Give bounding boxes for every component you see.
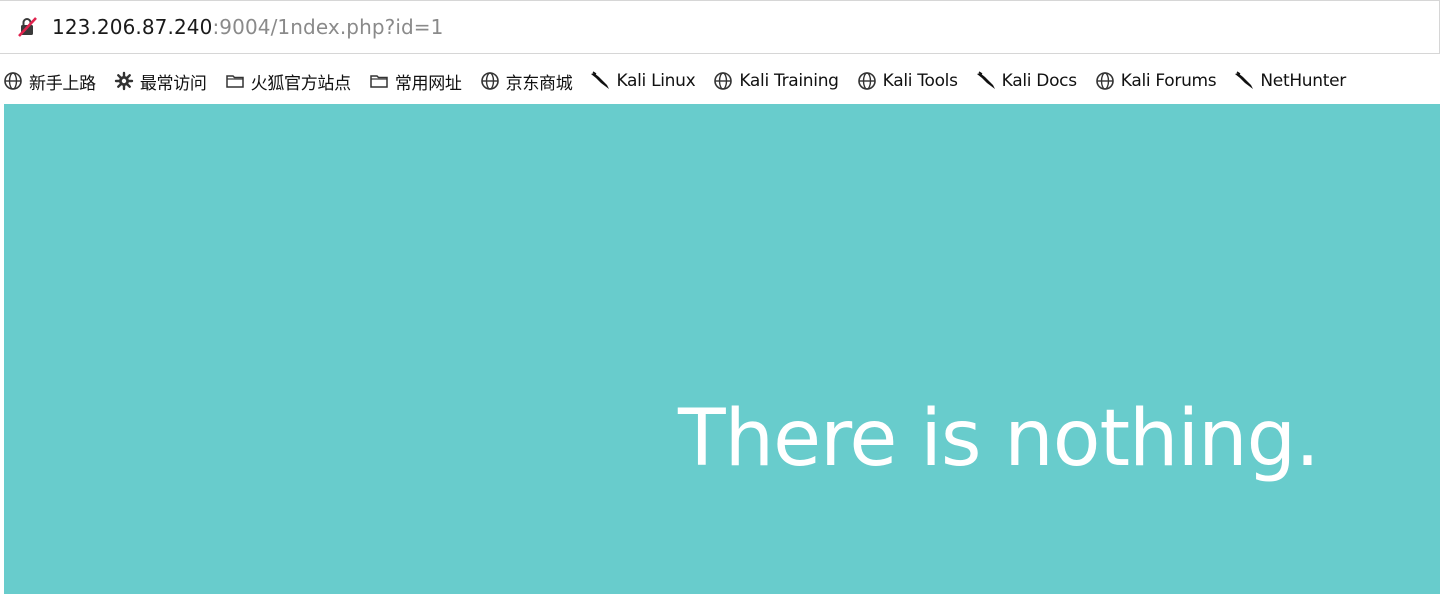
bookmark-label: Kali Docs bbox=[1001, 71, 1077, 91]
folder-icon bbox=[225, 71, 245, 91]
bookmark-label: Kali Training bbox=[739, 71, 839, 91]
kali-dragon-icon bbox=[590, 71, 610, 91]
globe-icon bbox=[713, 71, 733, 91]
bookmark-label: 新手上路 bbox=[29, 73, 96, 94]
bookmark-kali-docs[interactable]: Kali Docs bbox=[976, 71, 1077, 91]
page-message: There is nothing. bbox=[678, 394, 1320, 484]
bookmark-label: 最常访问 bbox=[139, 73, 207, 94]
bookmark-nethunter[interactable]: NetHunter bbox=[1234, 71, 1346, 91]
bookmark-kali-linux[interactable]: Kali Linux bbox=[590, 71, 696, 91]
kali-dragon-icon bbox=[976, 71, 996, 91]
browser-window: 123.206.87.240:9004/1ndex.php?id=1 新手上路 … bbox=[0, 0, 1456, 594]
bookmark-jd[interactable]: 京东商城 bbox=[480, 69, 573, 94]
globe-icon bbox=[3, 71, 23, 91]
folder-icon bbox=[369, 71, 389, 91]
bookmark-most-visited[interactable]: 最常访问 bbox=[114, 69, 207, 94]
insecure-lock-icon[interactable] bbox=[16, 15, 40, 39]
bookmark-firefox-official[interactable]: 火狐官方站点 bbox=[225, 69, 351, 94]
url-host: 123.206.87.240 bbox=[52, 15, 213, 39]
bookmarks-toolbar: 新手上路 最常访问 火狐官方站点 常用网址 京东商城 Kali Linux Ka… bbox=[0, 59, 1440, 103]
bookmark-kali-training[interactable]: Kali Training bbox=[713, 71, 839, 91]
globe-icon bbox=[1095, 71, 1115, 91]
address-bar[interactable]: 123.206.87.240:9004/1ndex.php?id=1 bbox=[0, 0, 1440, 54]
url-path: :9004/1ndex.php?id=1 bbox=[212, 15, 444, 39]
bookmark-label: NetHunter bbox=[1260, 71, 1346, 91]
bookmark-xinshoushanglu[interactable]: 新手上路 bbox=[3, 69, 96, 94]
globe-icon bbox=[857, 71, 877, 91]
page-content: There is nothing. bbox=[4, 104, 1440, 594]
bookmark-label: 京东商城 bbox=[505, 73, 573, 94]
bookmark-label: 常用网址 bbox=[394, 73, 462, 94]
bookmark-common-sites[interactable]: 常用网址 bbox=[369, 69, 462, 94]
kali-dragon-icon bbox=[1234, 71, 1254, 91]
gear-icon bbox=[114, 71, 134, 91]
bookmark-label: Kali Tools bbox=[882, 71, 958, 91]
bookmark-label: Kali Forums bbox=[1120, 71, 1217, 91]
url-text[interactable]: 123.206.87.240:9004/1ndex.php?id=1 bbox=[52, 15, 444, 39]
bookmark-label: Kali Linux bbox=[616, 71, 696, 91]
bookmark-kali-forums[interactable]: Kali Forums bbox=[1095, 71, 1217, 91]
bookmark-kali-tools[interactable]: Kali Tools bbox=[857, 71, 958, 91]
globe-icon bbox=[480, 71, 500, 91]
bookmark-label: 火狐官方站点 bbox=[250, 73, 352, 94]
